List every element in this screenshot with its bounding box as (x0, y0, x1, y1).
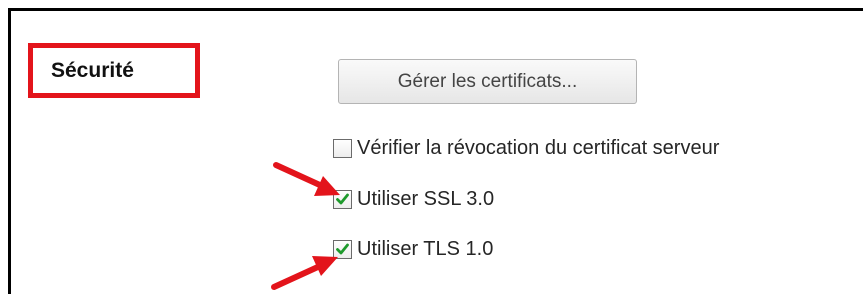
option-label: Vérifier la révocation du certificat ser… (357, 137, 720, 159)
red-arrow-icon (273, 162, 340, 196)
red-arrow-icon (271, 256, 338, 290)
manage-certificates-button[interactable]: Gérer les certificats... (338, 59, 637, 104)
option-check-revocation[interactable]: Vérifier la révocation du certificat ser… (333, 137, 719, 159)
option-use-tls10[interactable]: Utiliser TLS 1.0 (333, 238, 493, 260)
screenshot-frame: Sécurité Gérer les certificats... Vérifi… (0, 0, 863, 294)
option-label: Utiliser TLS 1.0 (357, 238, 494, 260)
option-use-ssl3[interactable]: Utiliser SSL 3.0 (333, 188, 494, 210)
checkbox-unchecked-icon[interactable] (333, 138, 352, 158)
frame-border-left (8, 8, 11, 294)
section-title: Sécurité (51, 59, 134, 82)
frame-border-top (8, 8, 863, 11)
option-label: Utiliser SSL 3.0 (357, 188, 495, 210)
